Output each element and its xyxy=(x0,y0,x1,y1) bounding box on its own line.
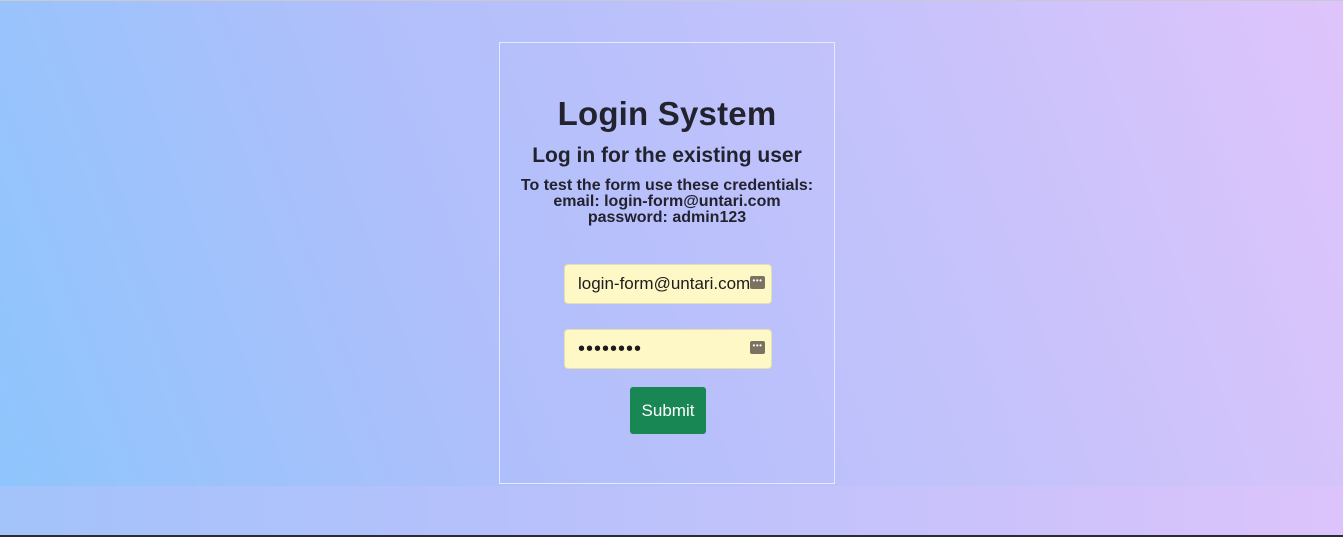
email-field[interactable] xyxy=(564,264,772,304)
password-manager-icon[interactable]: ••• xyxy=(750,276,765,289)
password-manager-icon[interactable]: ••• xyxy=(750,341,765,354)
password-field[interactable] xyxy=(564,329,772,369)
hint-line-password: password: admin123 xyxy=(587,209,747,226)
page-title: Login System xyxy=(557,95,777,132)
page-background-lower xyxy=(0,486,1343,535)
submit-button[interactable]: Submit xyxy=(630,387,706,434)
hint-line-email: email: login-form@untari.com xyxy=(553,193,781,210)
login-card: Login System Log in for the existing use… xyxy=(499,42,835,484)
page-subtitle: Log in for the existing user xyxy=(532,144,802,167)
credentials-hint: To test the form use these credentials: … xyxy=(500,178,834,226)
hint-line-intro: To test the form use these credentials: xyxy=(520,177,814,194)
